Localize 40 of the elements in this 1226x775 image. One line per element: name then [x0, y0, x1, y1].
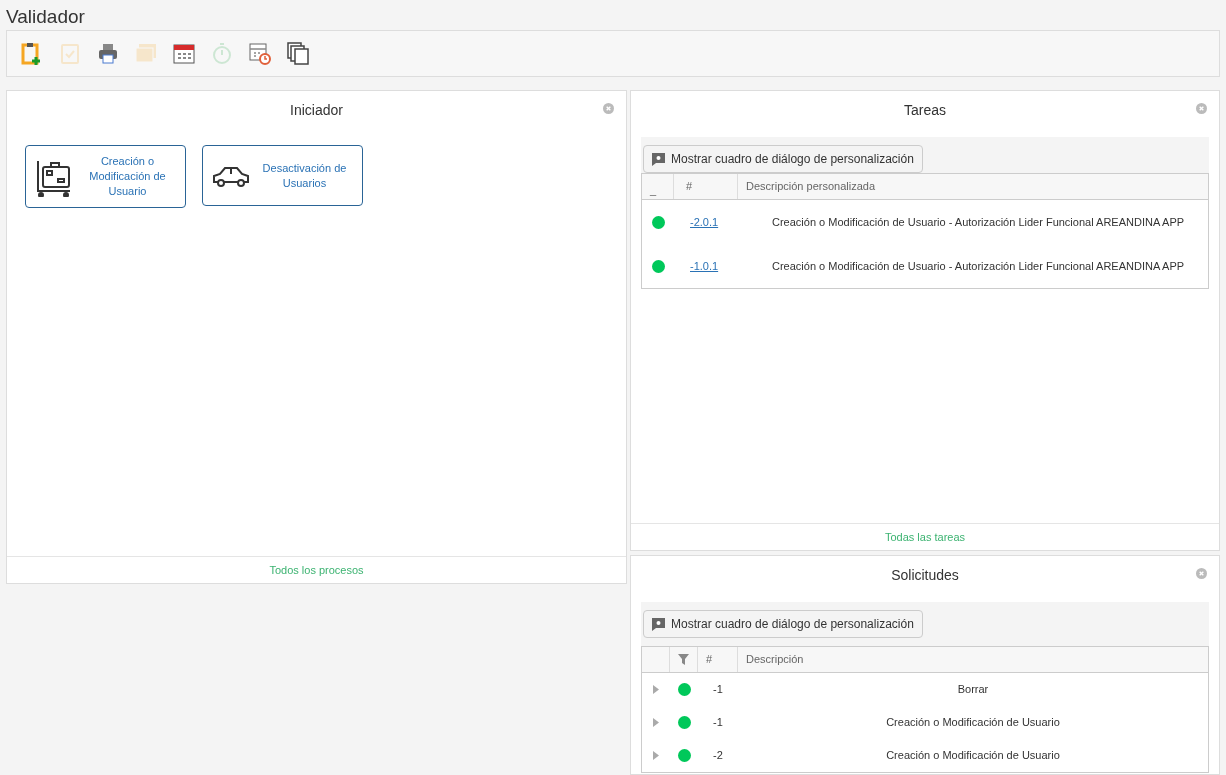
panel-title: Iniciador: [290, 101, 343, 120]
filter-icon[interactable]: [678, 654, 689, 665]
column-header: Descripción personalizada: [745, 179, 876, 195]
panel-title: Solicitudes: [891, 566, 959, 585]
table-cell-text: Creación o Modificación de Usuario - Autorización Lider Funcional AREANDINA APP: [771, 214, 1186, 230]
all-processes-link[interactable]: Todos los procesos: [269, 561, 364, 579]
process-button[interactable]: Desactivación de Usuarios: [202, 145, 363, 206]
column-header: Descripción: [745, 652, 805, 668]
table-cell-text: -1: [712, 682, 724, 698]
expand-caret-icon[interactable]: [653, 751, 659, 760]
task-number-link[interactable]: -1.0.1: [690, 259, 719, 272]
expand-caret-icon[interactable]: [653, 718, 659, 727]
all-tasks-link[interactable]: Todas las tareas: [884, 528, 966, 546]
status-dot: [651, 259, 665, 273]
status-dot: [651, 215, 665, 229]
table-cell-text: Creación o Modificación de Usuario - Autorización Lider Funcional AREANDINA APP: [771, 258, 1186, 274]
customize-dialog-button[interactable]: Mostrar cuadro de diálogo de personalización: [643, 145, 923, 173]
task-number-link[interactable]: -2.0.1: [690, 215, 719, 228]
copy-icon[interactable]: [286, 41, 311, 66]
column-header: #: [698, 647, 738, 672]
panel-title: Tareas: [904, 101, 946, 120]
column-header: _: [642, 174, 674, 199]
calendar-icon[interactable]: [172, 41, 197, 66]
table-cell-text: Creación o Modificación de Usuario: [885, 748, 1061, 764]
column-header: #: [674, 174, 738, 199]
status-dot: [677, 716, 691, 729]
table-cell-text: -1: [712, 715, 724, 731]
calendar-clock-icon[interactable]: [248, 41, 273, 66]
window-title: Validador: [5, 5, 86, 29]
table-cell-text: -2: [712, 748, 724, 764]
status-dot: [677, 749, 691, 762]
close-icon[interactable]: [1196, 568, 1207, 579]
expand-caret-icon[interactable]: [653, 685, 659, 694]
customize-dialog-button[interactable]: Mostrar cuadro de diálogo de personalización: [643, 610, 923, 638]
status-dot: [677, 683, 691, 696]
table-cell-text: Borrar: [956, 682, 990, 698]
process-button[interactable]: Creación o Modificación de Usuario: [25, 145, 186, 208]
close-icon[interactable]: [1196, 103, 1207, 114]
table-cell-text: Creación o Modificación de Usuario: [885, 715, 1061, 731]
close-icon[interactable]: [603, 103, 614, 114]
